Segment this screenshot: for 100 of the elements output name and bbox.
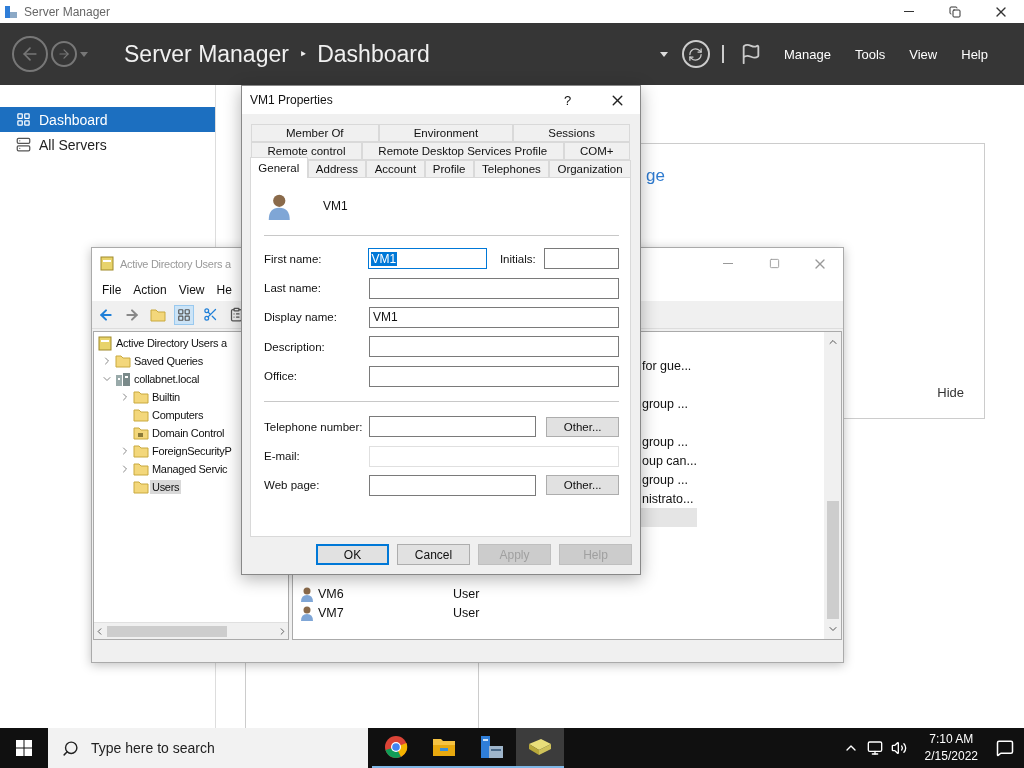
input-field[interactable] [369,416,537,438]
field-label: Last name: [264,282,322,295]
other-button[interactable]: Other... [546,475,619,496]
search-field[interactable]: Type here to search [48,728,368,768]
menu-item[interactable]: File [96,283,128,297]
tab[interactable]: Remote Desktop Services Profile [361,142,564,160]
folder-icon[interactable] [432,736,456,758]
breadcrumb-separator: ‣ [298,46,308,62]
search-icon [62,739,79,757]
folder-icon [133,462,149,476]
menu-item[interactable]: Tools [854,46,886,62]
tab[interactable]: General [250,157,308,178]
window-title: Server Manager [24,4,112,19]
input-field[interactable] [369,336,619,358]
tree-item[interactable]: Domain Control [150,426,227,440]
scrollbar[interactable] [824,332,841,639]
menu-item[interactable]: Help [961,46,988,62]
tab[interactable]: Member Of [251,124,379,142]
tab[interactable]: Telephones [473,160,550,178]
cut-icon [202,307,218,322]
folder-icon [133,426,149,440]
tree-item[interactable]: Managed Servic [150,462,230,476]
menu-item[interactable]: Manage [783,46,831,62]
folder-icon [115,354,131,368]
window-title: Active Directory Users a [120,257,231,270]
menu-item[interactable]: View [172,283,211,297]
field-label: First name: [264,252,323,265]
tab[interactable]: Address [307,160,367,178]
tab[interactable]: Account [366,160,425,178]
user-icon [300,604,316,621]
menu-item[interactable]: View [909,46,938,62]
tree-item[interactable]: Users [150,480,182,494]
tab[interactable]: Profile [424,160,474,178]
help-button[interactable]: ? [564,92,594,108]
hide-link[interactable]: Hide [937,385,964,400]
tile-heading: ge [646,166,666,186]
folder-icon [133,444,149,458]
menu-item[interactable]: He [210,283,238,297]
minimize-icon [723,263,733,264]
domain-icon [115,371,131,387]
console-tree-button[interactable] [174,304,194,325]
description-cell: group ... [642,396,688,411]
panes-icon [177,307,191,322]
input-field[interactable] [369,365,619,387]
tab[interactable]: Environment [378,124,514,142]
refresh-button[interactable] [681,40,710,68]
input-field[interactable] [543,248,619,270]
tree-item[interactable]: Active Directory Users a [114,336,229,350]
description-cell: nistrato... [642,491,694,506]
tree-item[interactable]: Builtin [150,390,182,404]
tab[interactable]: Organization [549,160,631,178]
browser-icon[interactable] [384,735,408,759]
refresh-icon [688,46,704,62]
input-field[interactable] [369,474,537,496]
network-icon[interactable] [866,740,883,756]
notifications-icon[interactable] [996,739,1014,757]
restore-icon [949,5,961,18]
field-label: Web page: [264,479,321,492]
other-button[interactable]: Other... [546,416,619,437]
server-icon [16,137,31,152]
forward-button[interactable] [51,41,77,67]
tab[interactable]: Remote control [251,142,362,160]
tab[interactable]: COM+ [563,142,630,160]
name-cell: VM7 [293,604,453,621]
input-field[interactable] [369,277,619,299]
back-button[interactable] [12,36,48,72]
scrollbar[interactable] [94,622,288,639]
dialog-button[interactable]: Cancel [397,544,470,565]
name-cell: VM6 [293,585,453,602]
tree-item[interactable]: Computers [150,408,206,422]
menu-item[interactable]: Action [127,283,173,297]
volume-icon[interactable] [890,740,907,756]
clipboard-icon [228,307,244,322]
folder-icon [133,480,149,494]
directory-icon[interactable] [527,736,553,758]
sidebar-item[interactable]: Dashboard [0,107,215,132]
windows-logo-icon [16,740,32,756]
dialog-button[interactable]: OK [316,544,389,565]
input-field[interactable]: VM1 [369,306,619,328]
tab[interactable]: Sessions [513,124,630,142]
field-label: E-mail: [264,450,301,463]
maximize-icon [768,258,780,269]
clock[interactable]: 7:10 AM 2/15/2022 [924,731,978,765]
field-label: Description: [264,340,326,353]
list-row[interactable]: VM6 User [293,584,697,603]
folder-icon [133,390,149,404]
field-label: Telephone number: [264,420,364,433]
tree-item[interactable]: Saved Queries [132,354,205,368]
tree-item[interactable]: ForeignSecurityP [150,444,234,458]
sidebar-item[interactable]: All Servers [0,132,215,157]
app-icon [4,4,18,19]
minimize-icon [904,11,914,12]
input-field[interactable]: VM1 [367,248,487,270]
description-cell: for gue... [642,358,692,373]
list-row[interactable]: VM7 User [293,603,697,622]
grid-icon [16,112,31,127]
type-cell-text: User [453,605,481,620]
taskbar-app[interactable] [516,728,564,768]
tree-item[interactable]: collabnet.local [132,372,202,386]
server-manager-icon[interactable] [479,734,505,760]
